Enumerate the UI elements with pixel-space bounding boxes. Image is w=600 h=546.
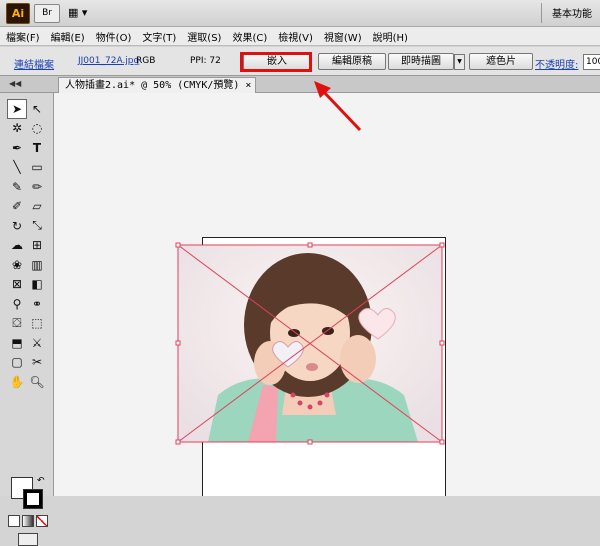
- free-transform-tool-icon[interactable]: ⊞: [27, 236, 47, 256]
- menu-file[interactable]: 檔案(F): [6, 29, 40, 44]
- file-name-link[interactable]: JJ001_72A.jpg: [78, 56, 139, 66]
- live-paint-selection-tool-icon[interactable]: ⬚: [27, 314, 47, 334]
- opacity-input[interactable]: 100: [583, 54, 600, 70]
- document-tab-strip: ◀◀ 人物插畫2.ai* @ 50% (CMYK/預覽) ×: [0, 76, 600, 93]
- scale-tool-icon[interactable]: ⤡: [27, 216, 47, 236]
- document-tab[interactable]: 人物插畫2.ai* @ 50% (CMYK/預覽) ×: [58, 77, 257, 93]
- slice-tool-icon[interactable]: ⚔: [27, 333, 47, 353]
- artboard-tool-icon[interactable]: ⬒: [7, 333, 27, 353]
- illustrator-logo: Ai: [6, 3, 30, 24]
- menu-select[interactable]: 選取(S): [187, 29, 221, 44]
- lasso-tool-icon[interactable]: ◌: [27, 119, 47, 139]
- artboard-crop-tool-icon[interactable]: ▢: [7, 353, 27, 373]
- rectangle-tool-icon[interactable]: ▭: [27, 158, 47, 178]
- pencil-tool-icon[interactable]: ✏: [27, 177, 47, 197]
- zoom-tool-icon[interactable]: 🔍︎: [27, 372, 47, 392]
- placed-photo[interactable]: [178, 245, 442, 442]
- edit-original-button[interactable]: 編輯原稿: [318, 53, 386, 70]
- eraser-tool-icon[interactable]: ▱: [27, 197, 47, 217]
- hand-tool-icon[interactable]: ✋: [7, 372, 27, 392]
- menu-effect[interactable]: 效果(C): [232, 29, 267, 44]
- line-tool-icon[interactable]: ╲: [7, 158, 27, 178]
- live-trace-button[interactable]: 即時描圖: [388, 53, 454, 70]
- live-trace-options-dropdown[interactable]: ▼: [454, 54, 465, 70]
- menu-bar: 檔案(F) 編輯(E) 物件(O) 文字(T) 選取(S) 效果(C) 檢視(V…: [0, 27, 600, 46]
- mesh-tool-icon[interactable]: ⊠: [7, 275, 27, 295]
- canvas-area[interactable]: [54, 93, 600, 496]
- scissors-tool-icon[interactable]: ✂: [27, 353, 47, 373]
- direct-selection-tool-icon[interactable]: ↖: [27, 99, 47, 119]
- menu-help[interactable]: 說明(H): [373, 29, 408, 44]
- paintbrush-tool-icon[interactable]: ✎: [7, 177, 27, 197]
- menu-window[interactable]: 視窗(W): [324, 29, 362, 44]
- magic-wand-tool-icon[interactable]: ✲: [7, 119, 27, 139]
- blend-tool-icon[interactable]: ⚭: [27, 294, 47, 314]
- gradient-mode-icon[interactable]: [22, 515, 34, 527]
- symbol-sprayer-tool-icon[interactable]: ❀: [7, 255, 27, 275]
- mask-button[interactable]: 遮色片: [469, 53, 533, 70]
- eyedropper-tool-icon[interactable]: ⚲: [7, 294, 27, 314]
- gradient-tool-icon[interactable]: ◧: [27, 275, 47, 295]
- embed-highlight-annotation: [240, 52, 312, 72]
- warp-tool-icon[interactable]: ☁: [7, 236, 27, 256]
- menu-edit[interactable]: 編輯(E): [51, 29, 85, 44]
- type-tool-icon[interactable]: T: [27, 138, 47, 158]
- close-icon[interactable]: ×: [245, 80, 251, 91]
- linked-file-link[interactable]: 連結檔案: [14, 56, 54, 71]
- selection-tool-icon[interactable]: ➤: [7, 99, 27, 119]
- menu-view[interactable]: 檢視(V): [278, 29, 313, 44]
- color-mode-label: RGB: [136, 56, 156, 66]
- color-mode-icon[interactable]: [8, 515, 20, 527]
- column-graph-tool-icon[interactable]: ▥: [27, 255, 47, 275]
- divider: [541, 3, 542, 23]
- menu-object[interactable]: 物件(O): [96, 29, 132, 44]
- menu-type[interactable]: 文字(T): [142, 29, 176, 44]
- arrange-documents-icon[interactable]: ▦ ▾: [68, 4, 96, 21]
- application-bar: Ai Br ▦ ▾ 基本功能: [0, 0, 600, 27]
- blob-brush-tool-icon[interactable]: ✐: [7, 197, 27, 217]
- none-mode-icon[interactable]: [36, 515, 48, 527]
- live-paint-bucket-tool-icon[interactable]: ⛋: [7, 314, 27, 334]
- collapse-panel-icon[interactable]: ◀◀: [9, 79, 21, 88]
- screen-mode-icon[interactable]: [18, 533, 38, 546]
- ppi-label: PPI: 72: [190, 56, 221, 66]
- rotate-tool-icon[interactable]: ↻: [7, 216, 27, 236]
- color-mode-row: [8, 515, 48, 527]
- document-tab-title: 人物插畫2.ai* @ 50% (CMYK/預覽): [65, 80, 240, 91]
- tools-panel: ➤ ↖ ✲ ◌ ✒ T ╲ ▭ ✎ ✏ ✐ ▱ ↻ ⤡ ☁ ⊞ ❀ ▥ ⊠ ◧ …: [0, 93, 54, 546]
- workspace-switcher[interactable]: 基本功能: [552, 5, 592, 20]
- swap-fill-stroke-icon[interactable]: ↶: [37, 476, 45, 486]
- bridge-button[interactable]: Br: [34, 4, 60, 23]
- pen-tool-icon[interactable]: ✒: [7, 138, 27, 158]
- opacity-link[interactable]: 不透明度:: [535, 56, 578, 71]
- stroke-color-swatch[interactable]: [23, 489, 43, 509]
